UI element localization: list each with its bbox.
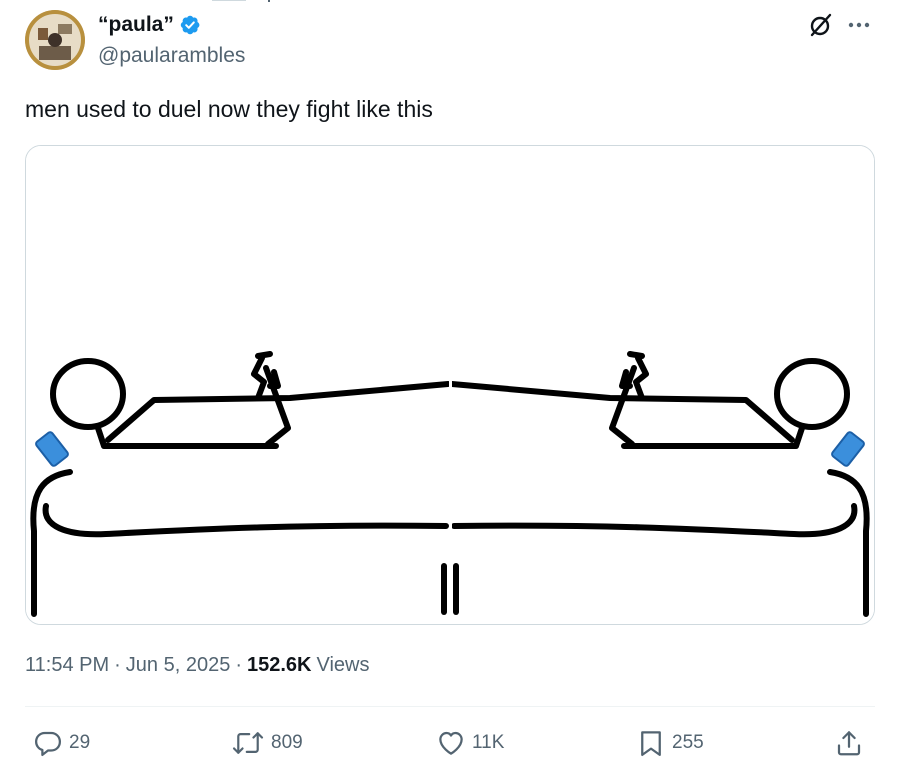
stick-figure-drawing — [26, 146, 874, 624]
more-icon[interactable] — [846, 16, 872, 34]
avatar[interactable] — [25, 10, 85, 70]
tweet-image[interactable] — [25, 145, 875, 625]
share-icon — [837, 731, 861, 756]
tweet-text: men used to duel now they fight like thi… — [25, 96, 433, 122]
tweet-meta: 11:54 PM · Jun 5, 2025 · 152.6K Views — [25, 651, 370, 679]
bookmark-button[interactable]: 255 — [636, 728, 704, 758]
tweet-time[interactable]: 11:54 PM — [25, 651, 109, 679]
reply-button[interactable]: 29 — [33, 728, 90, 758]
views-count: 152.6K — [247, 654, 312, 676]
author-row: “paula” — [98, 12, 201, 38]
grok-icon[interactable] — [808, 12, 834, 38]
like-count: 11K — [472, 732, 505, 753]
top-sliver — [0, 0, 901, 4]
repost-button[interactable]: 809 — [231, 728, 303, 758]
like-button[interactable]: 11K — [436, 728, 504, 758]
views-label: Views — [316, 654, 370, 676]
repost-icon — [232, 732, 264, 754]
action-bar: 29 809 11K 255 — [0, 720, 901, 764]
verified-badge-icon — [180, 15, 200, 35]
reply-count: 29 — [69, 732, 91, 753]
bookmark-icon — [641, 731, 661, 756]
repost-count: 809 — [271, 732, 303, 753]
meta-separator: · — [114, 654, 121, 676]
reply-icon — [35, 731, 61, 756]
share-button[interactable] — [834, 728, 864, 758]
display-name[interactable]: “paula” — [98, 12, 174, 38]
meta-separator: · — [235, 654, 242, 676]
heart-icon — [439, 731, 463, 755]
bookmark-count: 255 — [672, 732, 704, 753]
tweet-date[interactable]: Jun 5, 2025 — [126, 651, 231, 679]
handle[interactable]: @paularambles — [98, 43, 245, 69]
divider — [25, 706, 875, 707]
